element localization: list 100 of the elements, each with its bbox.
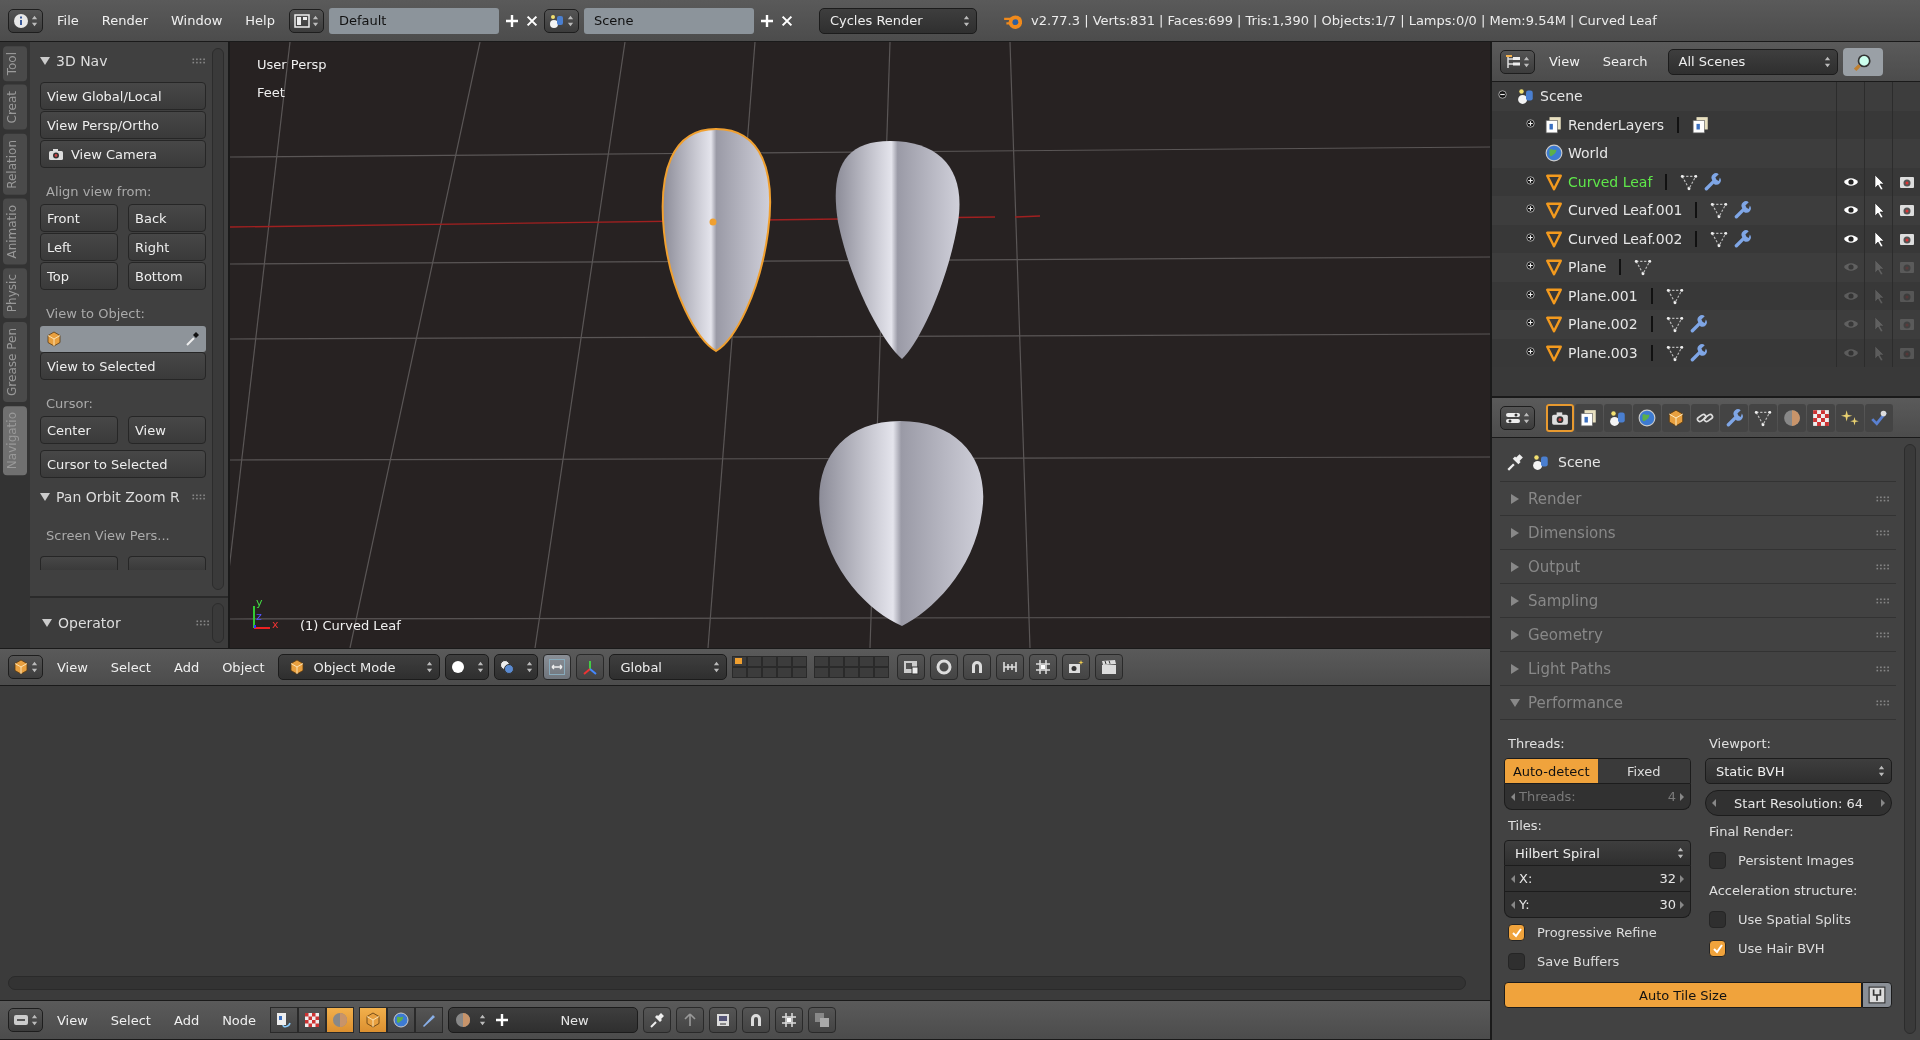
editor-type-button[interactable]	[8, 8, 43, 33]
align-button[interactable]: Left	[40, 233, 118, 261]
backdrop-button[interactable]	[709, 1007, 738, 1033]
drag-grip-icon[interactable]	[1876, 597, 1890, 604]
leaf-mesh[interactable]	[835, 141, 960, 359]
editor-type-button[interactable]	[8, 655, 43, 679]
menu-item[interactable]: View	[48, 1009, 97, 1031]
snap-grid-button[interactable]	[775, 1007, 804, 1033]
view-button[interactable]: View Persp/Ortho	[40, 111, 206, 139]
view-button[interactable]: View Global/Local	[40, 82, 206, 110]
tile-x-field[interactable]: X: 32	[1504, 866, 1691, 892]
properties-tab[interactable]	[1865, 403, 1893, 432]
scene-type-button[interactable]	[543, 8, 579, 33]
align-button[interactable]: Bottom	[128, 262, 206, 290]
checkbox[interactable]: Use Hair BVH	[1705, 934, 1892, 963]
pivot-dropdown[interactable]	[494, 654, 539, 680]
viewport[interactable]: User Persp Feet (1) Curved Leaf y z x	[230, 42, 1490, 648]
menu-item[interactable]: Render	[92, 10, 158, 31]
align-button[interactable]: Back	[128, 204, 206, 232]
properties-tab[interactable]	[1720, 403, 1748, 432]
checkbox[interactable]: Use Spatial Splits	[1705, 905, 1892, 934]
menu-item[interactable]: Object	[213, 656, 274, 678]
add-icon[interactable]	[758, 12, 775, 29]
manipulator-toggle[interactable]	[543, 654, 572, 680]
snap-grid-button[interactable]	[1029, 654, 1058, 680]
menu-item[interactable]: Select	[101, 1009, 160, 1031]
checkbox[interactable]: Save Buffers	[1504, 947, 1691, 976]
collapse-triangle-icon[interactable]	[40, 56, 50, 66]
editor-type-button[interactable]	[1500, 49, 1535, 74]
screen-layout-button[interactable]	[288, 8, 324, 33]
align-button[interactable]: Center	[40, 416, 118, 444]
eyedropper-icon[interactable]	[184, 331, 200, 347]
align-button[interactable]: Right	[128, 233, 206, 261]
properties-tab[interactable]	[1807, 403, 1835, 432]
editor-type-button[interactable]	[1500, 405, 1535, 430]
expand-triangle-icon[interactable]	[1510, 595, 1520, 606]
orientation-dropdown[interactable]: Global	[609, 654, 728, 680]
shader-source-button[interactable]	[387, 1007, 416, 1033]
render-camera-button[interactable]	[1062, 654, 1091, 680]
menu-item[interactable]: Node	[213, 1009, 266, 1031]
expand-icon[interactable]	[1526, 118, 1538, 131]
lock-view-button[interactable]	[897, 654, 926, 680]
tree-item-label[interactable]: Curved Leaf	[1568, 173, 1653, 190]
shading-dropdown[interactable]	[445, 654, 490, 680]
pin-button[interactable]	[643, 1007, 672, 1033]
view-button[interactable]: View to Selected	[40, 352, 206, 380]
collapse-triangle-icon[interactable]	[40, 492, 50, 502]
transform-gizmo-toggle[interactable]	[576, 654, 605, 680]
menu-item[interactable]: Add	[164, 656, 209, 678]
layout-field[interactable]: Default	[328, 7, 499, 34]
render-camera-icon[interactable]	[1898, 202, 1915, 219]
expand-triangle-icon[interactable]	[1510, 561, 1520, 572]
properties-tab[interactable]	[1836, 403, 1864, 432]
drag-grip-icon[interactable]	[196, 620, 210, 626]
shader-source-button[interactable]	[415, 1007, 444, 1033]
material-datablock-field[interactable]: New	[448, 1007, 639, 1033]
menu-item[interactable]: Window	[162, 10, 232, 31]
menu-item[interactable]: Select	[101, 656, 160, 678]
properties-tab[interactable]	[1691, 403, 1719, 432]
shader-type-button[interactable]	[270, 1007, 299, 1033]
tree-item-label[interactable]: RenderLayers	[1568, 116, 1665, 133]
expand-triangle-icon[interactable]	[1510, 663, 1520, 674]
auto-tile-size-button[interactable]: Auto Tile Size	[1504, 982, 1862, 1008]
tree-item-label[interactable]: World	[1568, 145, 1609, 162]
properties-tab[interactable]	[1575, 403, 1603, 432]
drag-grip-icon[interactable]	[1876, 631, 1890, 638]
mode-dropdown[interactable]: Object Mode	[278, 654, 441, 680]
expand-triangle-icon[interactable]	[1510, 527, 1520, 538]
expand-icon[interactable]	[1526, 289, 1538, 302]
drag-grip-icon[interactable]	[1876, 699, 1890, 706]
bvh-dropdown[interactable]: Static BVH	[1705, 758, 1892, 784]
tree-item-label[interactable]: Curved Leaf.002	[1568, 230, 1683, 247]
leaf-mesh[interactable]	[661, 128, 772, 352]
menu-item[interactable]: View	[1540, 51, 1589, 72]
shader-source-button[interactable]	[359, 1007, 388, 1033]
tree-item-label[interactable]: Curved Leaf.001	[1568, 202, 1683, 219]
tile-order-dropdown[interactable]: Hilbert Spiral	[1504, 840, 1691, 866]
menu-item[interactable]: Help	[236, 10, 284, 31]
checkbox[interactable]: Progressive Refine	[1504, 918, 1691, 947]
editor-type-button[interactable]	[8, 1008, 43, 1032]
addon-settings-button[interactable]	[1862, 982, 1892, 1008]
clapboard-button[interactable]	[1095, 654, 1124, 680]
properties-tab[interactable]	[1546, 403, 1574, 432]
collapse-triangle-icon[interactable]	[42, 618, 52, 628]
tile-y-field[interactable]: Y: 30	[1504, 892, 1691, 918]
add-icon[interactable]	[503, 12, 520, 29]
align-button[interactable]: View	[128, 416, 206, 444]
view-button[interactable]: View Camera	[40, 140, 206, 168]
up-arrow-button[interactable]	[676, 1007, 705, 1033]
close-icon[interactable]	[524, 13, 539, 28]
expand-icon[interactable]	[1526, 175, 1538, 188]
properties-tab[interactable]	[1633, 403, 1661, 432]
properties-tab[interactable]	[1604, 403, 1632, 432]
checkbox[interactable]: Persistent Images	[1705, 846, 1892, 875]
threads-mode-toggle[interactable]: Fixed	[1597, 759, 1690, 783]
close-icon[interactable]	[779, 13, 794, 28]
drag-grip-icon[interactable]	[1876, 495, 1890, 502]
tree-item-label[interactable]: Plane.003	[1568, 344, 1638, 361]
expand-icon[interactable]	[1526, 232, 1538, 245]
expand-icon[interactable]	[1526, 346, 1538, 359]
